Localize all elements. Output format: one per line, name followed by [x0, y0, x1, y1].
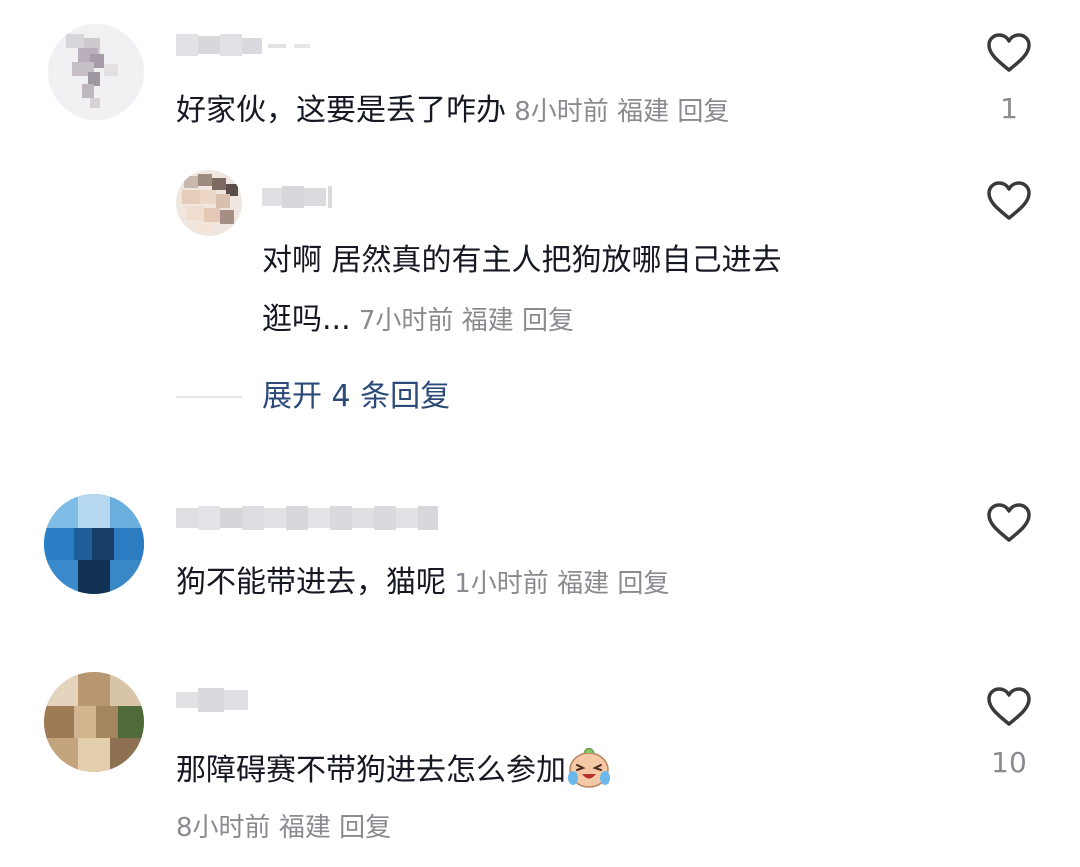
expand-divider: [176, 396, 242, 398]
comment-location: 福建: [278, 813, 331, 843]
comment-location: 福建: [617, 97, 670, 127]
avatar[interactable]: [44, 494, 144, 594]
comment-text: 狗不能带进去，猫呢 1小时前 福建 回复: [176, 564, 669, 603]
comment-text: 好家伙，这要是丢了咋办 8小时前 福建 回复: [176, 92, 729, 131]
heart-outline-icon[interactable]: [986, 180, 1032, 222]
username-blurred[interactable]: [176, 688, 252, 712]
reply-location: 福建: [461, 306, 514, 336]
reply-text-line2: 逛吗... 7小时前 福建 回复: [262, 301, 574, 340]
comment-meta: 8小时前 福建 回复: [176, 808, 391, 847]
like-count: 1: [1000, 92, 1018, 125]
like-count: 10: [991, 746, 1027, 779]
comment-body: 好家伙，这要是丢了咋办: [176, 93, 506, 128]
reply-button[interactable]: 回复: [617, 569, 669, 599]
reply-button[interactable]: 回复: [339, 813, 391, 843]
reply-button[interactable]: 回复: [522, 306, 574, 336]
heart-outline-icon[interactable]: [986, 502, 1032, 544]
reply-time: 7小时前: [358, 306, 454, 336]
comment-text: 那障碍赛不带狗进去怎么参加: [176, 744, 612, 790]
comment-time: 8小时前: [176, 813, 271, 843]
reply-body-cont: 逛吗...: [262, 302, 351, 337]
username-blurred[interactable]: [176, 34, 336, 56]
reply-button[interactable]: 回复: [677, 97, 729, 127]
expand-replies-button[interactable]: 展开 4 条回复: [262, 378, 450, 416]
comment-time: 1小时前: [454, 569, 549, 599]
reply-text-line1: 对啊 居然真的有主人把狗放哪自己进去: [262, 243, 782, 278]
avatar[interactable]: [176, 170, 242, 236]
heart-outline-icon[interactable]: [986, 32, 1032, 74]
avatar[interactable]: [48, 24, 144, 120]
crying-laughing-emoji: [568, 747, 610, 788]
comment-body: 那障碍赛不带狗进去怎么参加: [176, 753, 566, 788]
username-blurred[interactable]: [176, 506, 438, 530]
avatar[interactable]: [44, 672, 144, 772]
heart-outline-icon[interactable]: [986, 686, 1032, 728]
comment-location: 福建: [557, 569, 610, 599]
username-blurred[interactable]: [262, 186, 342, 208]
comment-body: 狗不能带进去，猫呢: [176, 565, 446, 600]
comment-time: 8小时前: [514, 97, 609, 127]
